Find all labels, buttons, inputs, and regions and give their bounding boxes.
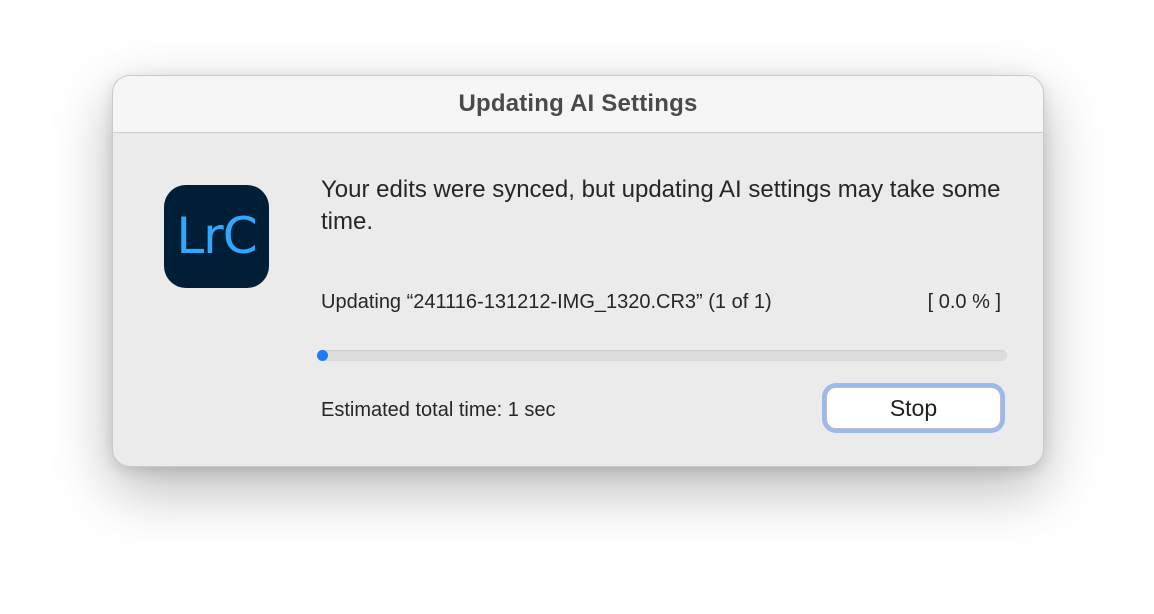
dialog-titlebar: Updating AI Settings — [113, 76, 1043, 133]
stop-button[interactable]: Stop — [826, 387, 1001, 429]
app-icon-label: LrC — [176, 206, 257, 265]
estimated-time-text: Estimated total time: 1 sec — [321, 399, 556, 421]
updating-ai-settings-dialog: Updating AI Settings LrC Your edits were… — [112, 75, 1044, 467]
progress-bar-fill — [317, 350, 328, 361]
lightroom-classic-app-icon: LrC — [164, 185, 269, 288]
progress-status-text: Updating “241116-131212-IMG_1320.CR3” (1… — [321, 291, 772, 313]
progress-percent-text: [ 0.0 % ] — [927, 291, 1001, 313]
progress-bar — [317, 350, 1007, 361]
dialog-message: Your edits were synced, but updating AI … — [321, 176, 1001, 235]
dialog-title: Updating AI Settings — [458, 90, 698, 117]
